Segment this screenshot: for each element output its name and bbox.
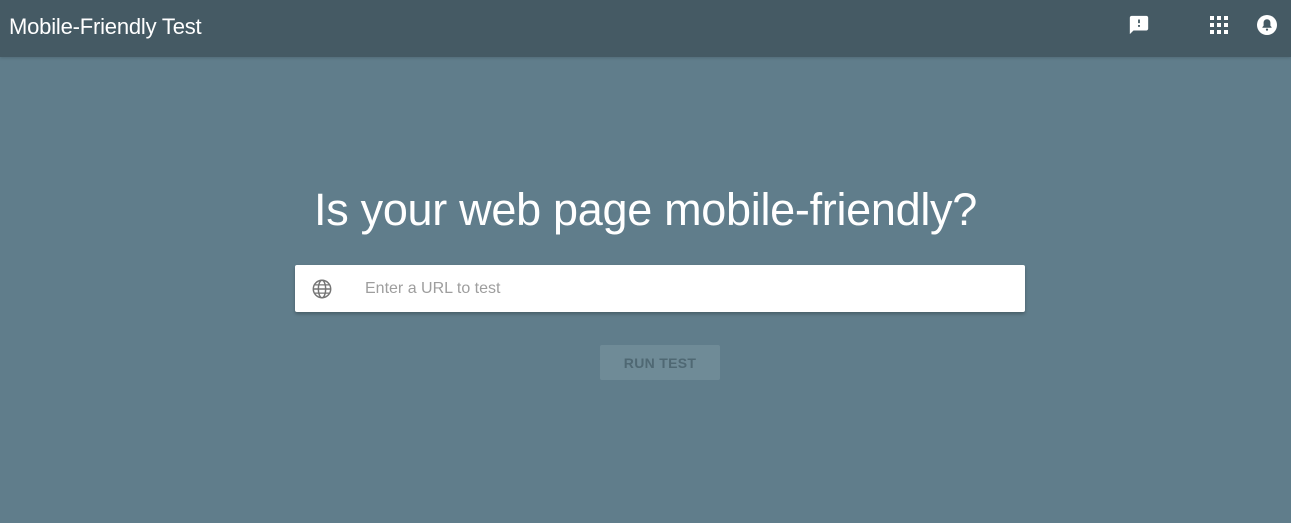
url-input[interactable] (365, 265, 1005, 312)
feedback-icon[interactable] (1127, 13, 1151, 37)
top-app-bar: Mobile-Friendly Test (0, 0, 1291, 57)
notifications-icon[interactable] (1255, 13, 1279, 37)
run-test-button[interactable]: RUN TEST (600, 345, 720, 380)
url-search-box[interactable] (295, 265, 1025, 312)
page-headline: Is your web page mobile-friendly? (314, 184, 977, 235)
globe-icon (312, 279, 332, 299)
app-title: Mobile-Friendly Test (9, 14, 202, 39)
apps-grid-icon[interactable] (1207, 13, 1231, 37)
